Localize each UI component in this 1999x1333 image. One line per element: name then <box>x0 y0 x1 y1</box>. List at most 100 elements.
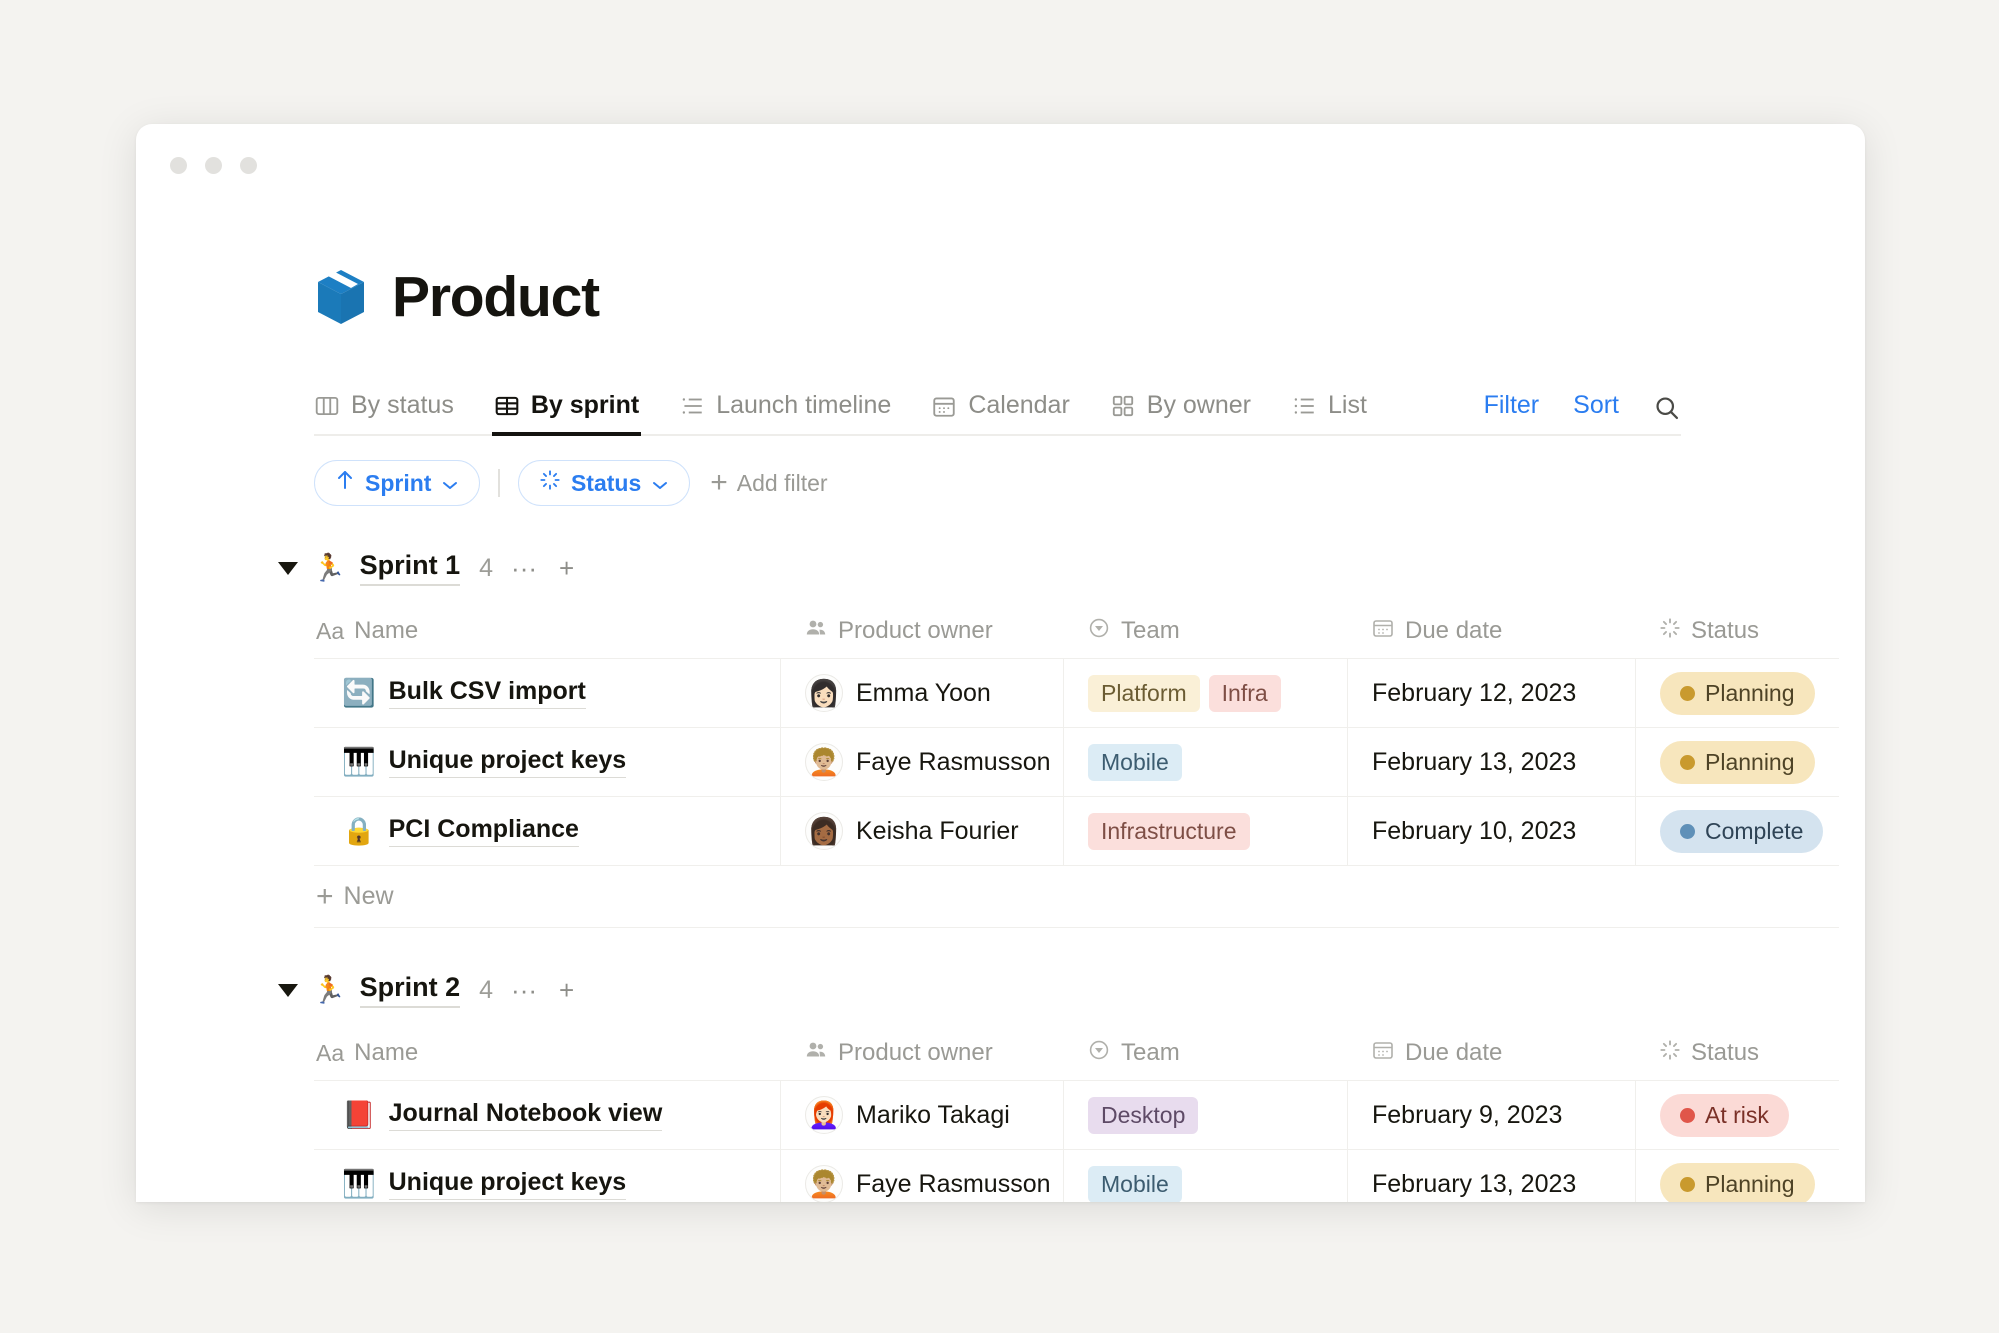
filter-divider <box>498 469 500 497</box>
sort-button[interactable]: Sort <box>1573 391 1619 434</box>
column-header-label: Name <box>354 1039 418 1067</box>
task-name-label[interactable]: PCI Compliance <box>389 815 579 847</box>
cell-name[interactable]: 🎹Unique project keys <box>314 1150 780 1202</box>
cell-due-date[interactable]: February 9, 2023 <box>1347 1081 1635 1149</box>
column-header-name[interactable]: AaName <box>314 1026 780 1080</box>
column-header-status[interactable]: Status <box>1635 604 1839 658</box>
tab-calendar[interactable]: Calendar <box>931 391 1069 434</box>
cell-status[interactable]: Planning <box>1635 1150 1839 1202</box>
cell-status[interactable]: Planning <box>1635 728 1839 796</box>
group-title[interactable]: Sprint 1 <box>360 550 461 586</box>
column-header-team[interactable]: Team <box>1063 604 1347 658</box>
tab-list[interactable]: List <box>1291 391 1367 434</box>
tab-by-sprint[interactable]: By sprint <box>494 391 639 434</box>
cell-status[interactable]: At risk <box>1635 1081 1839 1149</box>
table-row[interactable]: 🎹Unique project keys🧑🏼‍🦱Faye Rasmusson Mo… <box>314 1150 1839 1202</box>
status-badge[interactable]: Planning <box>1660 1163 1815 1203</box>
team-tag[interactable]: Platform <box>1088 675 1200 712</box>
status-badge[interactable]: Planning <box>1660 672 1815 715</box>
cell-team[interactable]: Mobile <box>1063 728 1347 796</box>
column-header-name[interactable]: AaName <box>314 604 780 658</box>
cell-status[interactable]: Complete <box>1635 797 1839 865</box>
cell-due-date[interactable]: February 12, 2023 <box>1347 659 1635 727</box>
team-tag[interactable]: Infrastructure <box>1088 813 1250 850</box>
team-tag[interactable]: Desktop <box>1088 1097 1198 1134</box>
tab-label: By sprint <box>531 391 639 420</box>
group-collapse-toggle[interactable] <box>278 562 298 575</box>
cell-due-date[interactable]: February 13, 2023 <box>1347 1150 1635 1202</box>
table-row[interactable]: 🔄Bulk CSV import👩🏻Emma YoonPlatformInfra… <box>314 659 1839 728</box>
status-badge[interactable]: At risk <box>1660 1094 1789 1137</box>
filter-button[interactable]: Filter <box>1484 391 1540 434</box>
list-icon <box>1291 393 1317 419</box>
owner-name-label: Emma Yoon <box>856 679 991 708</box>
task-name-label[interactable]: Journal Notebook view <box>389 1099 663 1131</box>
cell-team[interactable]: Desktop <box>1063 1081 1347 1149</box>
column-header-label: Due date <box>1405 1039 1502 1067</box>
cell-name[interactable]: 🎹Unique project keys <box>314 728 780 796</box>
status-label: Planning <box>1705 1171 1795 1198</box>
search-icon[interactable] <box>1653 394 1681 434</box>
add-filter-button[interactable]: + Add filter <box>710 468 827 498</box>
column-header-product-owner[interactable]: Product owner <box>780 604 1063 658</box>
filter-pill-sprint[interactable]: Sprint <box>314 460 480 506</box>
tasks-table: AaNameProduct ownerTeamDue dateStatus 🔄 Bu… <box>314 604 1839 866</box>
status-spinner-icon <box>1659 617 1681 646</box>
cell-name[interactable]: 📕Journal Notebook view <box>314 1081 780 1149</box>
cell-team[interactable]: Infrastructure <box>1063 797 1347 865</box>
column-header-product-owner[interactable]: Product owner <box>780 1026 1063 1080</box>
owner-name-label: Keisha Fourier <box>856 817 1019 846</box>
table-row[interactable]: 📕Journal Notebook view👩🏻‍🦰Mariko Takagi D… <box>314 1081 1839 1150</box>
status-badge[interactable]: Planning <box>1660 741 1815 784</box>
group-add-button[interactable]: + <box>555 977 578 1003</box>
task-name-label[interactable]: Unique project keys <box>389 746 627 778</box>
task-name-label[interactable]: Bulk CSV import <box>389 677 586 709</box>
cell-product-owner[interactable]: 🧑🏼‍🦱Faye Rasmusson <box>780 728 1063 796</box>
column-header-team[interactable]: Team <box>1063 1026 1347 1080</box>
group-add-button[interactable]: + <box>555 555 578 581</box>
group-title[interactable]: Sprint 2 <box>360 972 461 1008</box>
sprint-group: 🏃Sprint 24···+AaNameProduct ownerTeamDue… <box>314 970 1865 1202</box>
group-menu-button[interactable]: ··· <box>507 555 541 581</box>
cell-product-owner[interactable]: 👩🏾Keisha Fourier <box>780 797 1063 865</box>
owner-name-label: Faye Rasmusson <box>856 1170 1051 1199</box>
cell-product-owner[interactable]: 🧑🏼‍🦱Faye Rasmusson <box>780 1150 1063 1202</box>
maximize-button[interactable] <box>240 157 257 174</box>
cell-status[interactable]: Planning <box>1635 659 1839 727</box>
cell-product-owner[interactable]: 👩🏻‍🦰Mariko Takagi <box>780 1081 1063 1149</box>
cell-due-date[interactable]: February 10, 2023 <box>1347 797 1635 865</box>
team-tag[interactable]: Infra <box>1209 675 1281 712</box>
column-header-due-date[interactable]: Due date <box>1347 604 1635 658</box>
cell-due-date[interactable]: February 13, 2023 <box>1347 728 1635 796</box>
table-row[interactable]: 🔒PCI Compliance👩🏾Keisha Fourier Infrastru… <box>314 797 1839 866</box>
task-name-label[interactable]: Unique project keys <box>389 1168 627 1200</box>
status-dot-icon <box>1680 1177 1695 1192</box>
tab-by-status[interactable]: By status <box>314 391 454 434</box>
minimize-button[interactable] <box>205 157 222 174</box>
filter-pill-status[interactable]: Status <box>518 460 690 506</box>
team-tag[interactable]: Mobile <box>1088 744 1182 781</box>
column-header-due-date[interactable]: Due date <box>1347 1026 1635 1080</box>
plus-icon: + <box>316 882 334 912</box>
cell-team[interactable]: PlatformInfra <box>1063 659 1347 727</box>
cell-team[interactable]: Mobile <box>1063 1150 1347 1202</box>
cell-name[interactable]: 🔄 Bulk CSV import <box>314 659 780 727</box>
arrow-up-icon <box>335 469 355 497</box>
tab-by-owner[interactable]: By owner <box>1110 391 1251 434</box>
column-header-status[interactable]: Status <box>1635 1026 1839 1080</box>
group-collapse-toggle[interactable] <box>278 984 298 997</box>
table-row[interactable]: 🎹Unique project keys🧑🏼‍🦱Faye Rasmusson Mo… <box>314 728 1839 797</box>
team-tag[interactable]: Mobile <box>1088 1166 1182 1203</box>
close-button[interactable] <box>170 157 187 174</box>
status-dot-icon <box>1680 686 1695 701</box>
status-badge[interactable]: Complete <box>1660 810 1823 853</box>
due-date-label: February 13, 2023 <box>1372 1170 1576 1199</box>
cell-product-owner[interactable]: 👩🏻Emma Yoon <box>780 659 1063 727</box>
column-header-label: Team <box>1121 1039 1180 1067</box>
task-emoji-icon: 🔄 <box>342 680 376 707</box>
tab-launch-timeline[interactable]: Launch timeline <box>679 391 891 434</box>
cell-name[interactable]: 🔒PCI Compliance <box>314 797 780 865</box>
avatar: 👩🏻‍🦰 <box>805 1096 843 1134</box>
group-menu-button[interactable]: ··· <box>507 977 541 1003</box>
add-new-row-button[interactable]: +New <box>314 866 1839 928</box>
